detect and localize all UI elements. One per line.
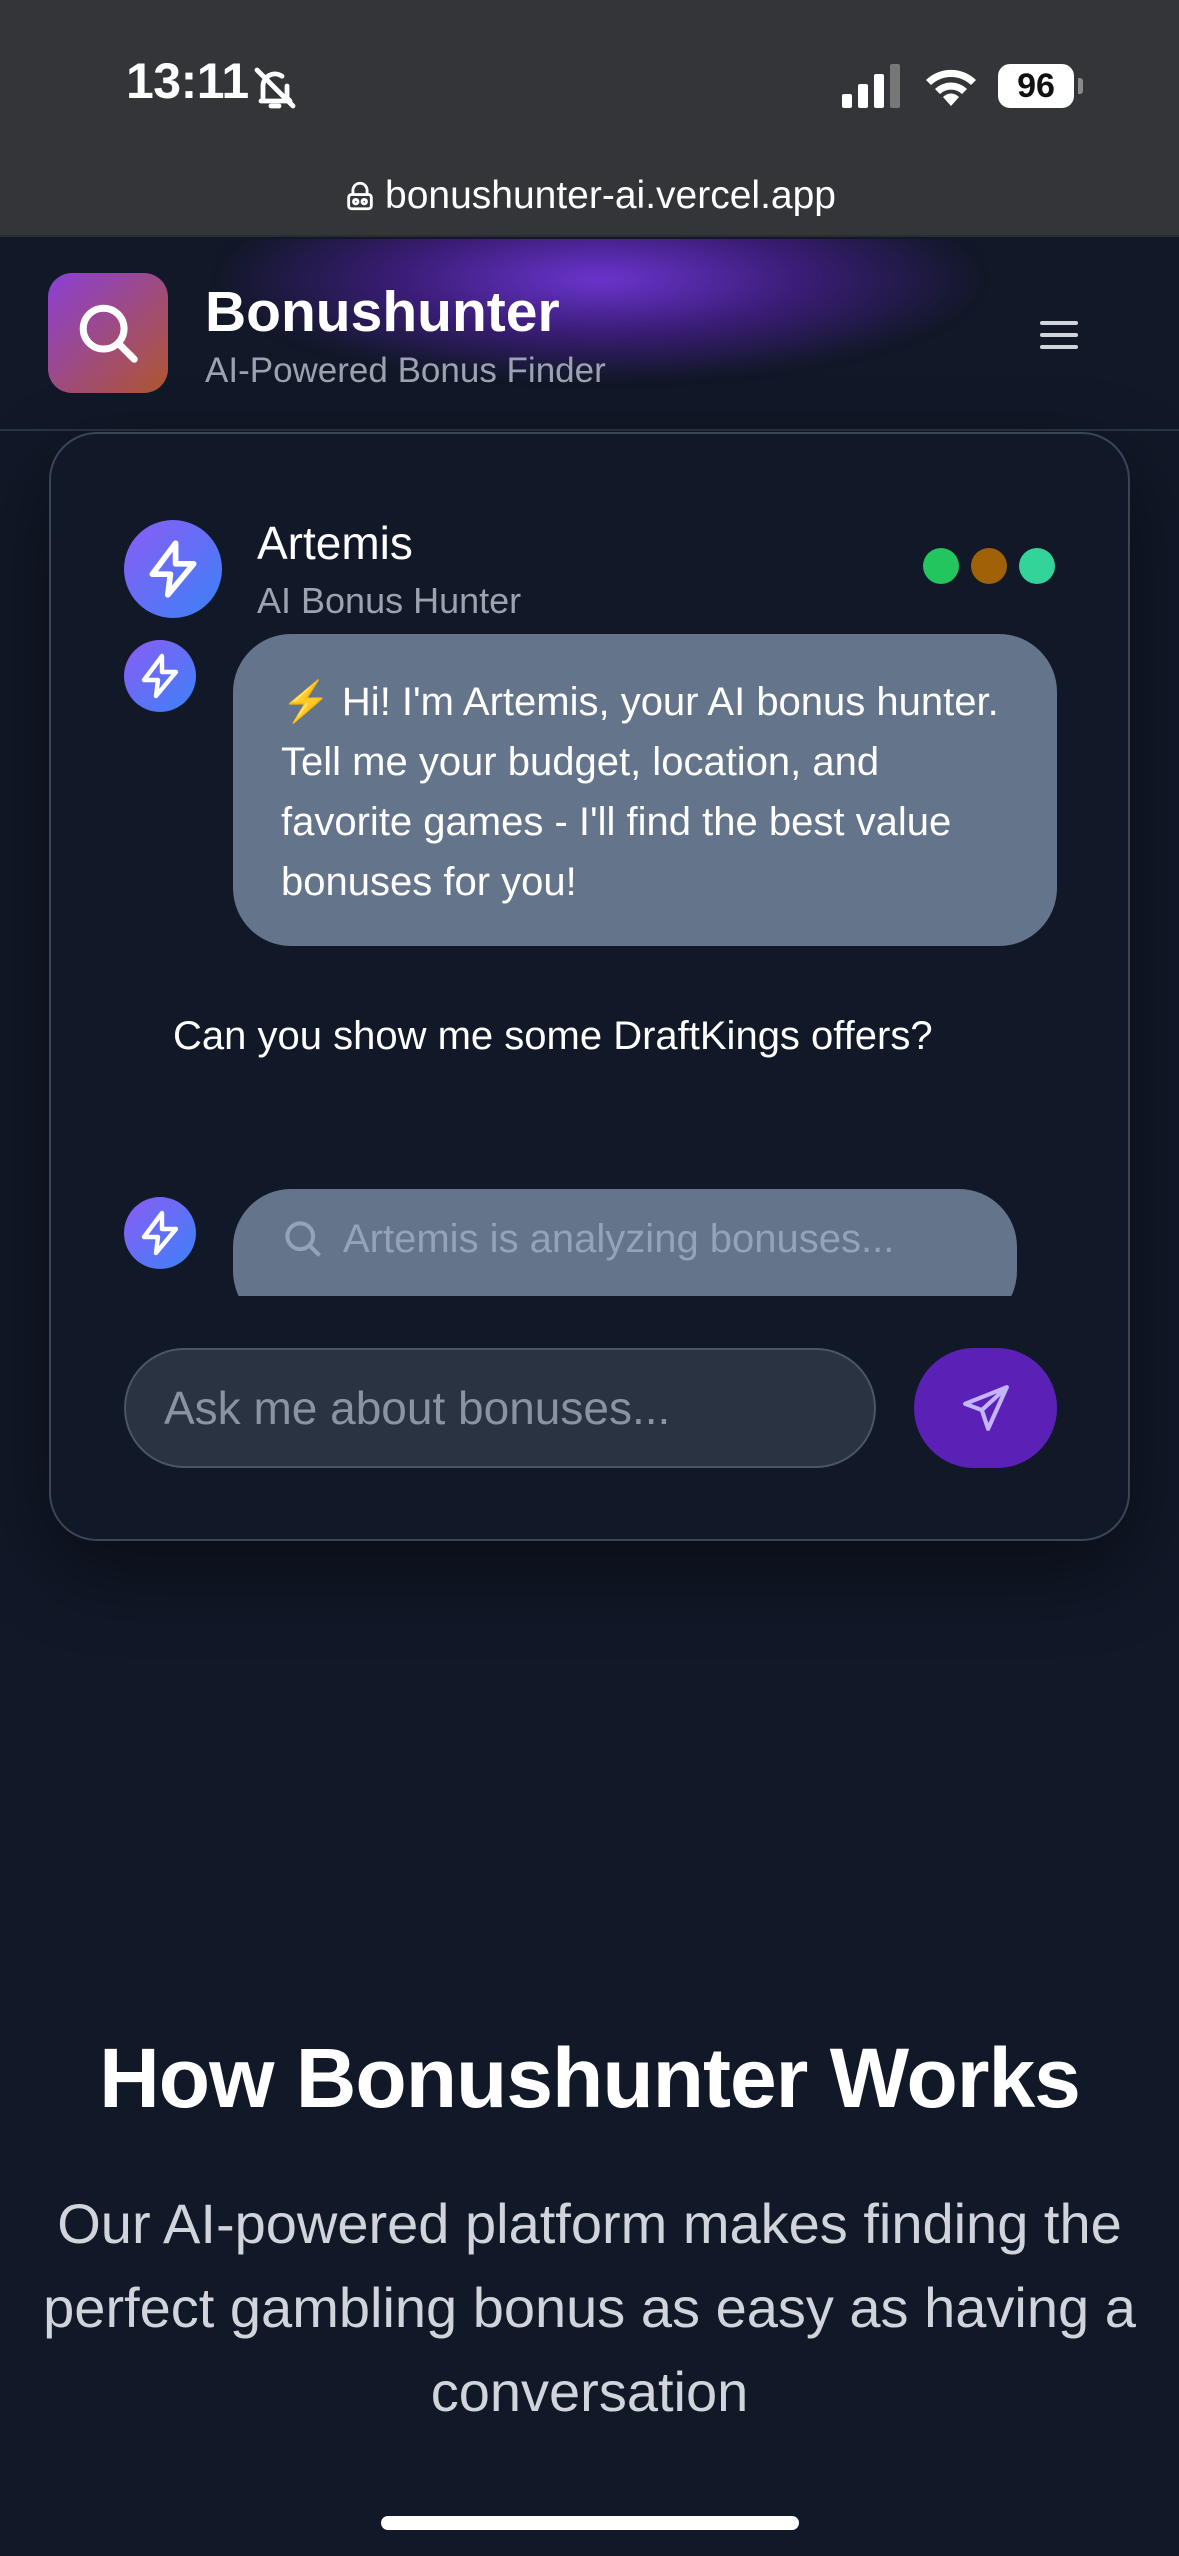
address-bar[interactable]: bonushunter-ai.vercel.app <box>0 170 1179 222</box>
brand-subtitle: AI-Powered Bonus Finder <box>205 351 606 390</box>
status-bar: 13:11 96 bonushunter-ai.vercel.app <box>0 0 1179 237</box>
status-dot-amber <box>971 548 1007 584</box>
chat-card: Artemis AI Bonus Hunter ⚡ Hi! I'm Artemi… <box>49 432 1130 1541</box>
bot-avatar <box>124 640 196 712</box>
url-text[interactable]: bonushunter-ai.vercel.app <box>385 174 836 218</box>
lightning-icon <box>149 540 197 598</box>
status-dot-green <box>923 548 959 584</box>
bot-message-bubble: ⚡ Hi! I'm Artemis, your AI bonus hunter.… <box>233 634 1057 946</box>
bell-off-icon <box>254 67 296 109</box>
assistant-role: AI Bonus Hunter <box>257 580 522 621</box>
typing-bubble: Artemis is analyzing bonuses... <box>233 1189 1017 1296</box>
battery-indicator: 96 <box>998 64 1074 108</box>
window-dots <box>923 548 1055 584</box>
battery-level: 96 <box>1017 66 1055 105</box>
battery-tip <box>1078 78 1083 94</box>
search-icon <box>79 304 138 363</box>
search-icon <box>285 1221 321 1257</box>
bot-avatar <box>124 1197 196 1269</box>
send-icon <box>962 1385 1009 1431</box>
send-button[interactable] <box>914 1348 1057 1468</box>
how-it-works-title: How Bonushunter Works <box>99 2031 1081 2125</box>
app-header: Bonushunter AI-Powered Bonus Finder <box>0 239 1179 431</box>
status-dot-teal <box>1019 548 1055 584</box>
lightning-icon <box>141 1210 179 1256</box>
hamburger-menu-icon[interactable] <box>1036 315 1082 355</box>
privacy-lock-icon <box>347 181 373 211</box>
cellular-signal-icon <box>842 64 900 108</box>
message-list[interactable]: ⚡ Hi! I'm Artemis, your AI bonus hunter.… <box>51 634 1128 1296</box>
wifi-icon <box>926 69 976 106</box>
how-it-works-description: Our AI-powered platform makes finding th… <box>43 2192 1136 2423</box>
logo[interactable] <box>48 273 168 393</box>
assistant-name: Artemis <box>257 517 413 569</box>
chat-input[interactable] <box>124 1348 876 1468</box>
brand-title: Bonushunter <box>205 280 560 344</box>
assistant-avatar <box>124 520 222 618</box>
status-time: 13:11 <box>126 53 249 109</box>
lightning-icon <box>141 653 179 699</box>
typing-text: Artemis is analyzing bonuses... <box>343 1217 895 1261</box>
user-message: Can you show me some DraftKings offers? <box>173 1014 933 1058</box>
home-indicator[interactable] <box>381 2516 799 2530</box>
